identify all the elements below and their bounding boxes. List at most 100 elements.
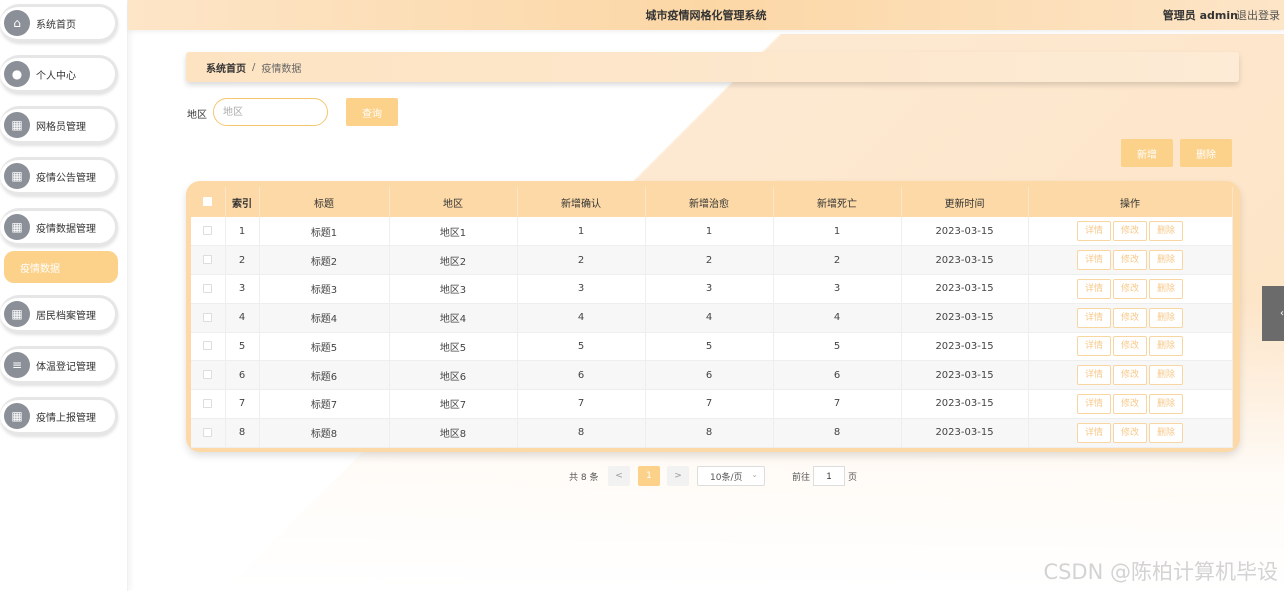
delete-button[interactable]: 删除: [1149, 278, 1183, 299]
edit-button[interactable]: 修改: [1113, 365, 1147, 386]
edit-button[interactable]: 修改: [1113, 307, 1147, 328]
detail-button[interactable]: 详情: [1077, 221, 1111, 242]
row-select-cell[interactable]: [191, 274, 226, 304]
row-select-cell[interactable]: [191, 418, 226, 448]
table-cell: 地区5: [389, 332, 518, 362]
sidebar-item-home[interactable]: ⌂ 系统首页: [0, 4, 118, 42]
row-checkbox[interactable]: [203, 226, 213, 236]
table-cell: 3: [517, 274, 646, 304]
delete-button[interactable]: 删除: [1149, 336, 1183, 357]
row-actions-cell: 详情 修改 删除: [1028, 418, 1233, 448]
page-size-select[interactable]: 10条/页 ⌄: [697, 466, 765, 486]
row-actions-cell: 详情 修改 删除: [1028, 360, 1233, 390]
breadcrumb-separator: /: [252, 61, 256, 73]
goto-page-input[interactable]: [813, 466, 845, 486]
row-checkbox[interactable]: [203, 398, 213, 408]
select-all-checkbox[interactable]: [203, 197, 213, 206]
sidebar-item-resident-records[interactable]: ▦ 居民档案管理: [0, 295, 118, 333]
row-checkbox[interactable]: [203, 255, 213, 265]
table-cell: 8: [645, 418, 774, 448]
sidebar-item-epidemic-data-mgmt[interactable]: ▦ 疫情数据管理: [0, 208, 118, 246]
current-page-button[interactable]: 1: [638, 466, 660, 486]
select-all-cell[interactable]: [191, 187, 226, 217]
detail-button[interactable]: 详情: [1077, 250, 1111, 271]
row-select-cell[interactable]: [191, 389, 226, 419]
table-cell: 4: [225, 303, 260, 333]
column-header: 标题: [259, 187, 390, 217]
delete-button[interactable]: 删除: [1149, 365, 1183, 386]
side-drawer-toggle[interactable]: ‹: [1262, 286, 1284, 341]
column-header: 新增死亡: [773, 187, 902, 217]
edit-button[interactable]: 修改: [1113, 250, 1147, 271]
top-header: 城市疫情网格化管理系统 管理员 admin 退出登录: [128, 0, 1284, 30]
sidebar-item-label: 居民档案管理: [36, 310, 96, 322]
edit-button[interactable]: 修改: [1113, 393, 1147, 414]
delete-button[interactable]: 删除: [1149, 250, 1183, 271]
sidebar-item-announcements[interactable]: ▦ 疫情公告管理: [0, 157, 118, 195]
data-table-container: 索引 标题 地区 新增确认 新增治愈 新增死亡 更新时间 操作 1 标题1 地区1 1…: [186, 181, 1240, 452]
edit-button[interactable]: 修改: [1113, 422, 1147, 443]
app-title: 城市疫情网格化管理系统: [645, 9, 767, 22]
sidebar-item-epidemic-report[interactable]: ▦ 疫情上报管理: [0, 397, 118, 435]
table-cell: 1: [645, 217, 774, 247]
sidebar-item-personal-center[interactable]: ● 个人中心: [0, 55, 118, 93]
edit-button[interactable]: 修改: [1113, 278, 1147, 299]
row-select-cell[interactable]: [191, 360, 226, 390]
row-actions-cell: 详情 修改 删除: [1028, 274, 1233, 304]
sidebar-item-temperature[interactable]: ≡ 体温登记管理: [0, 346, 118, 384]
logout-link[interactable]: 退出登录: [1236, 7, 1280, 23]
detail-button[interactable]: 详情: [1077, 278, 1111, 299]
batch-delete-button[interactable]: 删除: [1180, 139, 1232, 167]
table-cell: 地区4: [389, 303, 518, 333]
row-checkbox[interactable]: [203, 370, 213, 380]
table-cell: 标题6: [259, 360, 390, 390]
breadcrumb-current: 疫情数据: [261, 63, 302, 75]
row-checkbox[interactable]: [203, 312, 213, 322]
sidebar-item-label: 系统首页: [36, 19, 76, 31]
table-cell: 6: [517, 360, 646, 390]
delete-button[interactable]: 删除: [1149, 393, 1183, 414]
row-select-cell[interactable]: [191, 217, 226, 247]
row-select-cell[interactable]: [191, 245, 226, 275]
search-button[interactable]: 查询: [346, 98, 398, 126]
edit-button[interactable]: 修改: [1113, 336, 1147, 357]
sidebar-item-grid-staff[interactable]: ▦ 网格员管理: [0, 106, 118, 144]
column-header: 更新时间: [901, 187, 1029, 217]
delete-button[interactable]: 删除: [1149, 422, 1183, 443]
chevron-left-icon: ‹: [1280, 308, 1284, 319]
detail-button[interactable]: 详情: [1077, 365, 1111, 386]
breadcrumb-home[interactable]: 系统首页: [206, 60, 246, 75]
table-cell: 2023-03-15: [901, 217, 1029, 247]
grid-icon: ▦: [4, 214, 30, 240]
detail-button[interactable]: 详情: [1077, 422, 1111, 443]
row-checkbox[interactable]: [203, 341, 213, 351]
edit-button[interactable]: 修改: [1113, 221, 1147, 242]
table-cell: 2023-03-15: [901, 332, 1029, 362]
row-select-cell[interactable]: [191, 303, 226, 333]
detail-button[interactable]: 详情: [1077, 393, 1111, 414]
row-checkbox[interactable]: [203, 427, 213, 437]
goto-label: 前往: [792, 473, 811, 483]
next-page-button[interactable]: >: [667, 466, 689, 486]
table-cell: 2: [645, 245, 774, 275]
table-row: 5 标题5 地区5 5 5 5 2023-03-15 详情 修改 删除: [191, 332, 1233, 362]
table-row: 4 标题4 地区4 4 4 4 2023-03-15 详情 修改 删除: [191, 303, 1233, 333]
row-select-cell[interactable]: [191, 332, 226, 362]
table-cell: 4: [645, 303, 774, 333]
table-header-row: 索引 标题 地区 新增确认 新增治愈 新增死亡 更新时间 操作: [191, 187, 1233, 217]
detail-button[interactable]: 详情: [1077, 307, 1111, 328]
table-cell: 5: [225, 332, 260, 362]
add-button[interactable]: 新增: [1121, 139, 1173, 167]
grid-icon: ▦: [4, 163, 30, 189]
prev-page-button[interactable]: <: [608, 466, 630, 486]
row-checkbox[interactable]: [203, 283, 213, 293]
sidebar-subitem-epidemic-data[interactable]: 疫情数据: [4, 251, 118, 283]
table-cell: 地区6: [389, 360, 518, 390]
region-search-input[interactable]: [213, 98, 328, 126]
delete-button[interactable]: 删除: [1149, 221, 1183, 242]
home-icon: ⌂: [4, 10, 30, 36]
delete-button[interactable]: 删除: [1149, 307, 1183, 328]
sidebar-item-label: 疫情上报管理: [36, 412, 96, 424]
table-cell: 地区8: [389, 418, 518, 448]
detail-button[interactable]: 详情: [1077, 336, 1111, 357]
